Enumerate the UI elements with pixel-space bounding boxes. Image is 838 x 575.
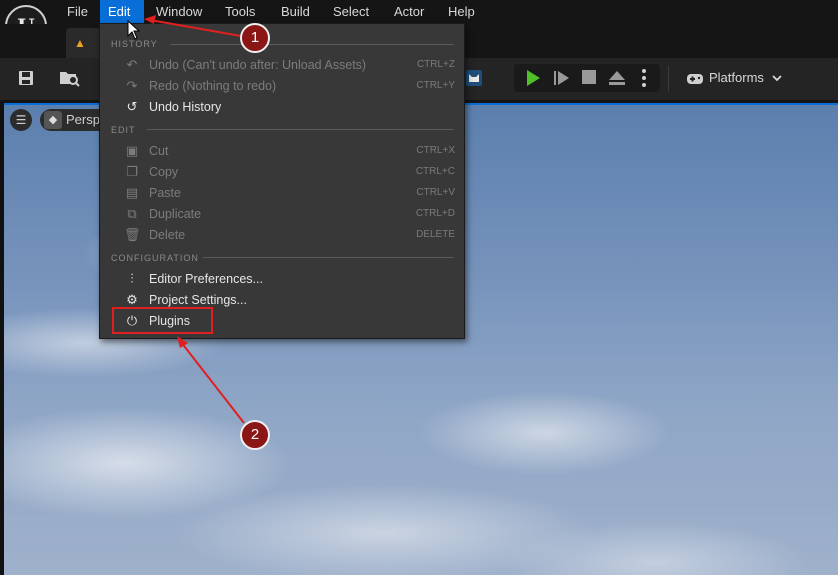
section-configuration: CONFIGURATION [111,253,199,263]
shortcut-label: CTRL+C [415,166,455,177]
menu-item-redo[interactable]: ↷ Redo (Nothing to redo) CTRL+Y [100,75,464,96]
redo-icon: ↷ [126,78,138,93]
menu-item-undo-history[interactable]: ↺ Undo History [100,96,464,117]
annotation-badge-1: 1 [240,23,270,53]
project-settings-icon: ⚙ [126,292,138,307]
menu-item-label: Undo (Can't undo after: Unload Assets) [149,58,367,72]
menu-item-label: Cut [149,144,169,158]
menu-item-paste[interactable]: ▤ Paste CTRL+V [100,182,464,203]
gamepad-icon [686,71,704,89]
section-edit: EDIT [111,125,136,135]
menu-item-label: Project Settings... [149,293,247,307]
play-icon[interactable] [524,69,542,90]
shortcut-label: CTRL+Z [416,59,455,70]
menu-item-undo[interactable]: ↶ Undo (Can't undo after: Unload Assets)… [100,54,464,75]
step-icon[interactable] [553,69,571,90]
menu-item-label: Paste [149,186,181,200]
edit-menu-dropdown: HISTORY ↶ Undo (Can't undo after: Unload… [99,23,465,339]
menu-build[interactable]: Build [273,0,318,24]
shortcut-label: CTRL+Y [416,80,455,91]
platforms-label: Platforms [709,70,764,85]
cube-icon: ◆ [44,111,62,129]
duplicate-icon: ⧉ [127,206,137,221]
viewport-hamburger-icon[interactable]: ☰ [10,109,32,131]
shortcut-label: CTRL+D [415,208,455,219]
level-icon: ▲ [74,36,86,50]
menu-item-label: Delete [149,228,186,242]
plugins-highlight-box [112,307,213,334]
annotation-badge-2: 2 [240,420,270,450]
undo-icon: ↶ [126,57,138,72]
menu-item-label: Duplicate [149,207,202,221]
copy-icon: ❐ [126,164,138,179]
menu-item-label: Undo History [149,100,222,114]
menu-item-delete[interactable]: 🗑 Delete DELETE [100,224,464,245]
more-icon[interactable] [640,68,648,91]
section-divider [203,257,454,258]
toolbar-separator [668,66,669,92]
menu-tools[interactable]: Tools [217,0,263,24]
menu-window[interactable]: Window [148,0,210,24]
menu-item-label: Editor Preferences... [149,272,263,286]
sliders-icon: ⫶ [130,271,134,286]
menu-help[interactable]: Help [440,0,483,24]
menu-item-cut[interactable]: ▣ Cut CTRL+X [100,140,464,161]
menu-actor[interactable]: Actor [386,0,432,24]
cut-icon: ▣ [125,143,139,158]
content-browser-icon[interactable] [59,68,81,91]
menu-select[interactable]: Select [325,0,377,24]
section-divider [147,129,454,130]
undo-history-icon: ↺ [126,99,138,114]
section-divider [170,44,454,45]
shortcut-label: CTRL+X [416,145,455,156]
menu-item-label: Redo (Nothing to redo) [149,79,277,93]
platforms-button[interactable]: Platforms [709,64,782,92]
menu-file[interactable]: File [59,0,96,24]
chevron-down-icon [771,64,782,92]
trash-icon: 🗑 [124,227,141,242]
section-history: HISTORY [111,39,158,49]
mouse-cursor-icon [127,19,141,40]
eject-icon[interactable] [608,69,626,90]
menu-item-copy[interactable]: ❐ Copy CTRL+C [100,161,464,182]
menu-item-editor-preferences[interactable]: ⫶ Editor Preferences... [100,268,464,289]
menu-item-duplicate[interactable]: ⧉ Duplicate CTRL+D [100,203,464,224]
stop-icon[interactable] [581,69,597,88]
menu-item-label: Copy [149,165,179,179]
save-icon[interactable] [17,69,35,90]
cat-icon[interactable] [466,70,482,89]
paste-icon: ▤ [125,185,139,200]
shortcut-label: DELETE [416,229,455,240]
shortcut-label: CTRL+V [416,187,455,198]
